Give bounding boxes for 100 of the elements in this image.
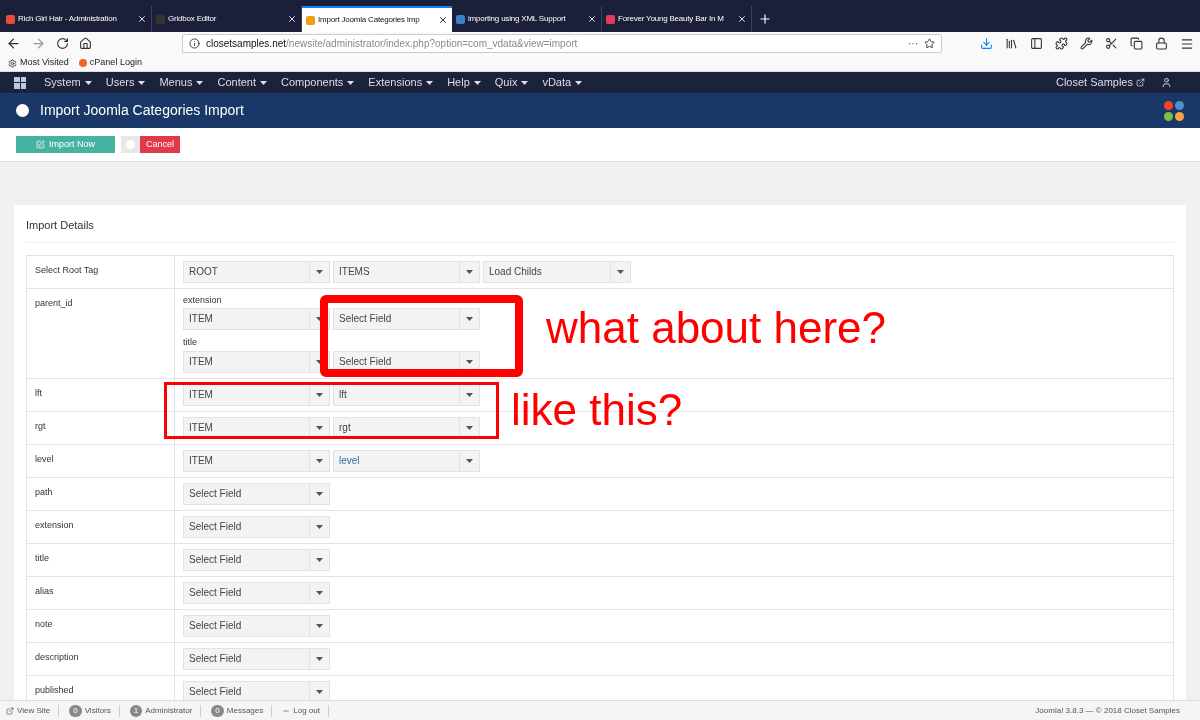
close-icon[interactable] [137, 14, 147, 24]
copy-icon[interactable] [1130, 37, 1143, 50]
status-link[interactable]: 0 Visitors [69, 704, 120, 717]
cut-icon[interactable] [1105, 37, 1118, 50]
select-value: Select Field [189, 684, 242, 699]
select-field[interactable]: Select Field [183, 482, 330, 505]
mapping-caption: extension [183, 293, 223, 307]
address-bar[interactable]: closetsamples.net/newsite/administrator/index.php?option=com_vdata&view=import ··· [182, 34, 942, 53]
status-link[interactable]: Log out [282, 704, 329, 717]
caret-icon [347, 80, 355, 85]
select-field[interactable]: ITEM [183, 449, 330, 472]
new-tab-icon[interactable] [758, 12, 772, 26]
select-value: Select Field [189, 552, 242, 567]
site-link[interactable]: Closet Samples [1055, 74, 1145, 91]
select-value: Select Field [339, 354, 392, 369]
star-icon[interactable] [924, 38, 935, 49]
close-icon[interactable] [287, 14, 297, 24]
select-field[interactable]: Select Field [183, 614, 330, 637]
menu-item[interactable]: Users [105, 74, 146, 91]
caret-icon [138, 80, 146, 85]
close-icon[interactable] [737, 14, 747, 24]
menu-item[interactable]: System [44, 74, 92, 91]
menu-item[interactable]: Quix [494, 74, 529, 91]
more-icon[interactable]: ··· [908, 36, 918, 51]
status-link[interactable]: 0 Messages [211, 704, 273, 717]
bookmark-link[interactable]: Most Visited [8, 56, 69, 70]
library-icon[interactable] [1005, 37, 1018, 50]
status-link[interactable]: View Site [6, 704, 60, 717]
wrench-icon[interactable] [1080, 37, 1093, 50]
count-badge: 0 [69, 704, 82, 717]
menu-icon[interactable] [1180, 36, 1194, 51]
user-icon[interactable] [1161, 77, 1172, 88]
select-value: Select Field [339, 312, 392, 326]
select-field[interactable]: ROOT [183, 260, 330, 283]
select-field[interactable]: ITEM [183, 383, 330, 406]
page-title: Import Joomla Categories Import [40, 101, 244, 120]
select-value: Select Field [189, 651, 242, 666]
select-field[interactable]: ITEM [183, 350, 330, 373]
favicon-icon [306, 15, 315, 25]
sidebar-icon[interactable] [1030, 37, 1043, 50]
annotation-text: what about here? [546, 302, 887, 354]
cpanel-icon [78, 59, 87, 67]
select-field[interactable]: Select Field [183, 515, 330, 538]
cancel-button[interactable]: Cancel [140, 136, 180, 153]
reload-icon[interactable] [56, 37, 69, 50]
joomla-logo-icon[interactable] [14, 76, 26, 89]
download-icon[interactable] [980, 37, 993, 50]
caret-icon [426, 80, 434, 85]
select-field[interactable]: Select Field [183, 680, 330, 700]
select-field[interactable]: Load Childs [483, 260, 631, 283]
menu-item[interactable]: Content [217, 74, 267, 91]
field-label: title [35, 552, 49, 563]
lock-icon[interactable] [1155, 37, 1168, 50]
select-value: rgt [339, 420, 351, 435]
field-label: rgt [35, 420, 46, 431]
caret-icon [466, 269, 473, 274]
edit-icon [36, 140, 45, 149]
info-icon [189, 38, 200, 49]
joomla-logo [1164, 100, 1184, 121]
mapping-caption: title [183, 336, 198, 349]
caret-icon [316, 392, 323, 397]
select-field[interactable]: lft [333, 383, 480, 406]
caret-icon [316, 458, 323, 463]
menu-item[interactable]: Components [281, 74, 355, 91]
caret-icon [316, 524, 323, 529]
select-field[interactable]: Select Field [183, 581, 330, 604]
select-field[interactable]: Select Field [183, 548, 330, 571]
field-label: alias [35, 585, 54, 596]
close-icon[interactable] [587, 14, 597, 24]
select-value: Select Field [189, 618, 242, 633]
select-value: ROOT [189, 264, 218, 279]
select-value: Select Field [189, 519, 242, 534]
menu-item[interactable]: vData [542, 74, 583, 91]
select-field[interactable]: rgt [333, 416, 480, 439]
browser-tab[interactable]: Import Joomla Categories Imp [302, 6, 452, 32]
bookmark-link[interactable]: cPanel Login [78, 56, 142, 70]
caret-icon [575, 80, 583, 85]
menu-item[interactable]: Extensions [368, 74, 434, 91]
field-label: description [35, 651, 79, 662]
forward-icon[interactable] [31, 36, 46, 51]
caret-icon [316, 557, 323, 562]
menu-item[interactable]: Help [447, 74, 481, 91]
field-label: path [35, 486, 53, 497]
select-value: ITEM [189, 312, 213, 326]
puzzle-icon[interactable] [1055, 37, 1068, 50]
status-link[interactable]: 1 Administrator [129, 704, 202, 717]
close-icon[interactable] [438, 15, 448, 25]
select-value: lft [339, 387, 347, 402]
back-icon[interactable] [6, 36, 21, 51]
count-badge: 0 [211, 704, 224, 717]
menu-item[interactable]: Menus [159, 74, 204, 91]
select-field[interactable]: ITEM [183, 416, 330, 439]
select-field[interactable]: Select Field [333, 308, 480, 330]
field-label: published [35, 684, 74, 695]
select-field[interactable]: level [333, 449, 480, 472]
caret-icon [196, 80, 204, 85]
home-icon[interactable] [79, 37, 92, 50]
select-field[interactable]: ITEM [183, 308, 330, 330]
select-field[interactable]: Select Field [183, 647, 330, 670]
select-field[interactable]: ITEMS [333, 260, 480, 283]
